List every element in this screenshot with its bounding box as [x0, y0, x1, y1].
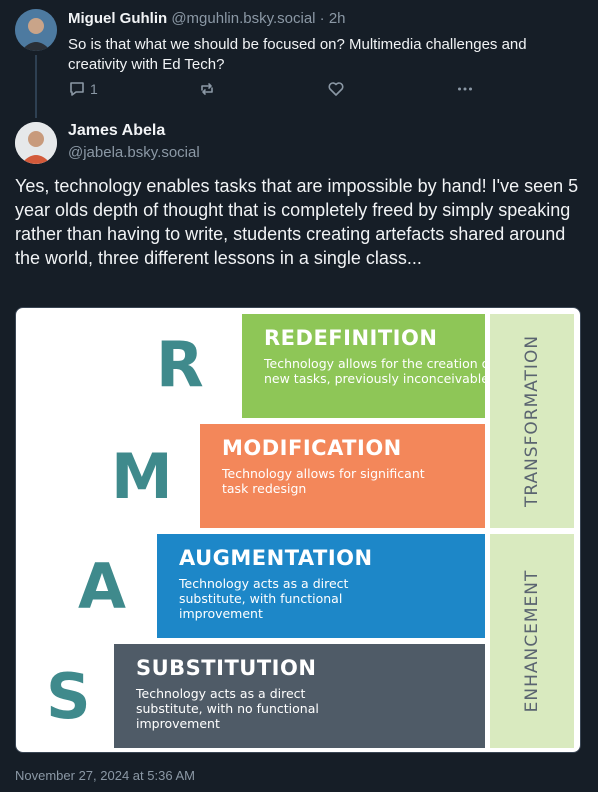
avatar[interactable] [15, 9, 57, 51]
letter-a: A [78, 550, 126, 623]
author-name[interactable]: Miguel Guhlin [68, 10, 167, 27]
level-description: Technology acts as a direct substitute, … [136, 686, 319, 731]
level-title: AUGMENTATION [179, 546, 373, 570]
level-substitution: SUBSTITUTION Technology acts as a direct… [114, 644, 485, 748]
like-icon [328, 82, 344, 96]
letter-r: R [156, 328, 204, 401]
repost-icon [201, 83, 213, 95]
avatar[interactable] [15, 122, 57, 164]
post-timestamp: November 27, 2024 at 5:36 AM [15, 768, 195, 783]
reply-header: Miguel Guhlin @mguhlin.bsky.social · 2h [68, 10, 346, 27]
more-icon [458, 87, 472, 91]
level-title: SUBSTITUTION [136, 656, 317, 680]
separator: · [319, 10, 325, 27]
level-title: MODIFICATION [222, 436, 402, 460]
level-augmentation: AUGMENTATION Technology acts as a direct… [157, 534, 485, 638]
letter-s: S [46, 660, 91, 733]
author-handle[interactable]: @mguhlin.bsky.social [171, 10, 315, 27]
reply-button[interactable]: 1 [68, 80, 98, 98]
thread-line [35, 55, 37, 118]
more-button[interactable] [456, 80, 474, 98]
reply-text: So is that what we should be focused on?… [68, 36, 527, 73]
like-button[interactable] [327, 80, 345, 98]
reply-icon [70, 82, 84, 96]
post-text: Yes, technology enables tasks that are i… [15, 176, 579, 268]
samr-model-image[interactable]: R M A S REDEFINITION Technology allows f… [15, 307, 581, 753]
repost-button[interactable] [198, 80, 216, 98]
level-redefinition: REDEFINITION Technology allows for the c… [242, 314, 494, 418]
level-description: Technology acts as a direct substitute, … [179, 576, 349, 621]
author-name[interactable]: James Abela [68, 122, 165, 140]
author-handle[interactable]: @jabela.bsky.social [68, 144, 200, 161]
level-modification: MODIFICATION Technology allows for signi… [200, 424, 485, 528]
post-time[interactable]: 2h [329, 10, 346, 27]
level-title: REDEFINITION [264, 326, 438, 350]
reply-count: 1 [90, 81, 98, 97]
reply-actions: 1 [68, 80, 488, 100]
letter-m: M [111, 440, 173, 513]
level-description: Technology allows for the creation of ne… [264, 356, 494, 386]
group-label: TRANSFORMATION [522, 334, 542, 508]
group-label: ENHANCEMENT [522, 569, 542, 713]
level-description: Technology allows for significant task r… [222, 466, 425, 496]
group-transformation: TRANSFORMATION [490, 314, 574, 528]
group-enhancement: ENHANCEMENT [490, 534, 574, 748]
